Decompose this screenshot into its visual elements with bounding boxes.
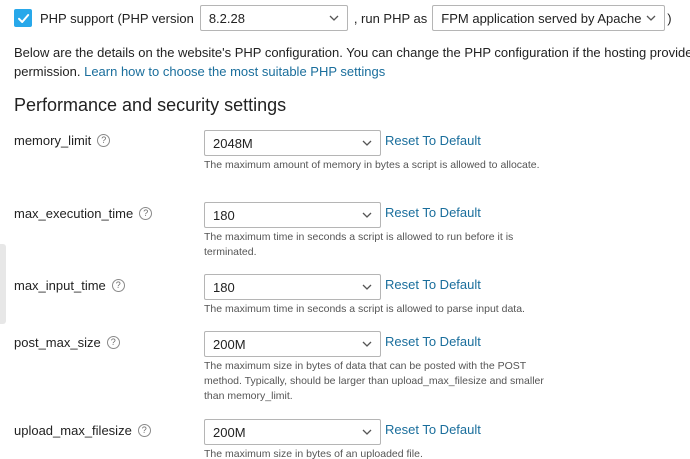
section-title: Performance and security settings [14,95,287,115]
reset-post-max-size-link[interactable]: Reset To Default [385,334,481,349]
chevron-down-icon [362,212,372,218]
php-handler-select[interactable]: FPM application served by Apache [432,5,666,31]
setting-label-max-input-time: max_input_time ? [14,278,125,293]
learn-php-settings-link[interactable]: Learn how to choose the most suitable PH… [84,64,385,79]
closing-paren: ) [667,10,672,26]
php-version-label: (PHP version [117,10,194,26]
reset-max-execution-time-link[interactable]: Reset To Default [385,205,481,220]
setting-label-memory-limit: memory_limit ? [14,133,111,148]
setting-name: max_execution_time [14,206,134,221]
php-version-select[interactable]: 8.2.28 [199,5,348,31]
post-max-size-hint: The maximum size in bytes of data that c… [204,360,544,402]
setting-name: post_max_size [14,335,101,350]
description-line1: Below are the details on the website's P… [14,45,690,60]
chevron-down-icon [362,341,372,347]
checkmark-icon [17,13,29,23]
setting-name: upload_max_filesize [14,423,132,438]
php-config-description: Below are the details on the website's P… [14,43,690,81]
help-icon[interactable]: ? [137,424,151,437]
help-icon[interactable]: ? [97,134,111,147]
reset-memory-limit-link[interactable]: Reset To Default [385,133,481,148]
reset-upload-max-filesize-link[interactable]: Reset To Default [385,422,481,437]
php-support-label: PHP support [40,10,114,26]
chevron-down-icon [362,140,372,146]
php-support-row: PHP support (PHP version 8.2.28 , run PH… [14,5,672,31]
php-support-checkbox[interactable] [14,9,32,27]
setting-value: 200M [213,336,246,352]
upload-max-filesize-select[interactable]: 200M [204,419,381,445]
chevron-down-icon [646,15,656,21]
help-icon[interactable]: ? [139,207,153,220]
setting-name: max_input_time [14,278,106,293]
help-icon[interactable]: ? [111,279,125,292]
setting-value: 180 [213,207,235,223]
upload-max-filesize-hint: The maximum size in bytes of an uploaded… [204,448,423,459]
max-execution-time-select[interactable]: 180 [204,202,381,228]
help-icon[interactable]: ? [106,336,120,349]
setting-name: memory_limit [14,133,92,148]
php-version-value: 8.2.28 [208,10,245,26]
setting-label-post-max-size: post_max_size ? [14,335,120,350]
max-input-time-select[interactable]: 180 [204,274,381,300]
chevron-down-icon [362,284,372,290]
php-handler-value: FPM application served by Apache [441,10,642,26]
description-line2: permission. [14,64,81,79]
chevron-down-icon [362,429,372,435]
max-input-time-hint: The maximum time in seconds a script is … [204,303,525,315]
memory-limit-hint: The maximum amount of memory in bytes a … [204,159,540,171]
side-panel-handle[interactable] [0,244,6,324]
run-php-as-label: , run PHP as [353,10,428,26]
memory-limit-select[interactable]: 2048M [204,130,381,156]
setting-value: 2048M [213,135,253,151]
setting-value: 180 [213,279,235,295]
max-execution-time-hint: The maximum time in seconds a script is … [204,231,514,258]
chevron-down-icon [329,15,339,21]
setting-label-max-execution-time: max_execution_time ? [14,206,153,221]
setting-label-upload-max-filesize: upload_max_filesize ? [14,423,151,438]
reset-max-input-time-link[interactable]: Reset To Default [385,277,481,292]
post-max-size-select[interactable]: 200M [204,331,381,357]
setting-value: 200M [213,424,246,440]
